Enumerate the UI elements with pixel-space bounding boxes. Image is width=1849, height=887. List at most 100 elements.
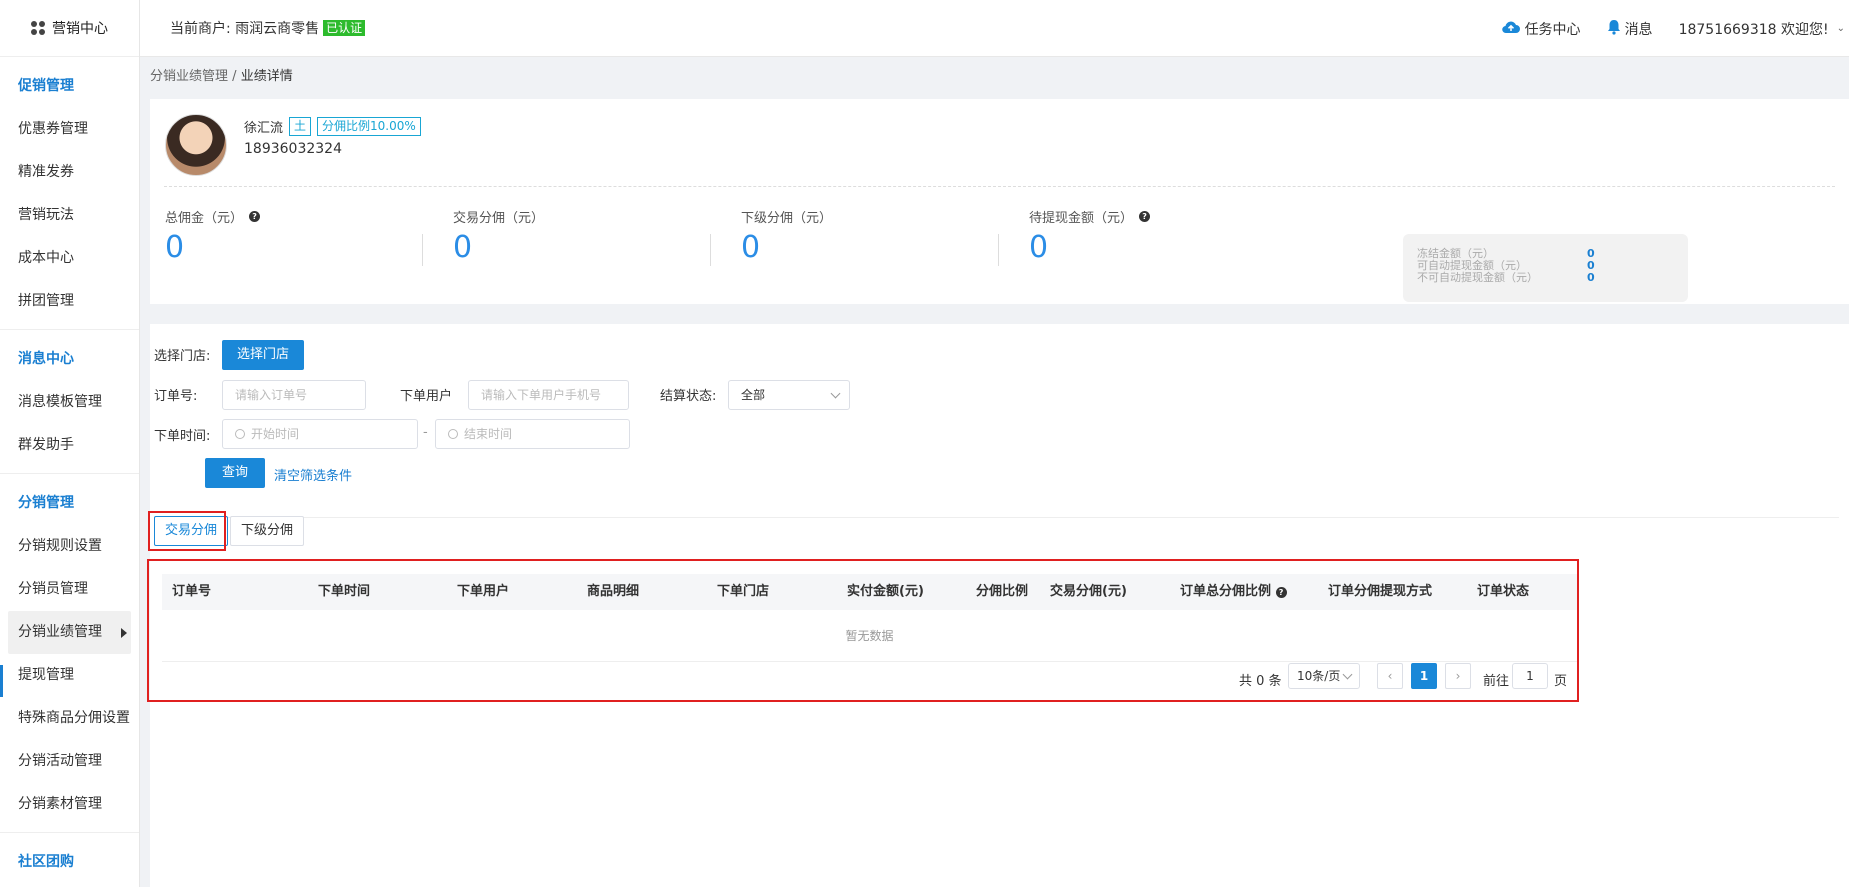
caret-right-icon [121,628,127,638]
sidebar-brand[interactable]: 营销中心 [0,0,139,57]
sidebar-item[interactable]: 分销规则设置 [0,525,139,568]
sidebar-item[interactable]: 精准发券 [0,151,139,194]
stat-pending-withdraw: 待提现金额（元）? 0 [1029,207,1151,265]
sidebar-item-label: 分销素材管理 [18,796,102,812]
chevron-down-icon: ⌄ [1836,23,1845,34]
stat-label: 总佣金（元） [165,211,244,226]
apps-icon [31,21,45,35]
level-tag: 土 [289,117,312,136]
avatar [165,114,227,176]
range-separator: - [423,425,428,440]
end-time-input[interactable]: 结束时间 [435,419,630,449]
order-input[interactable]: 请输入订单号 [222,380,366,410]
sidebar-item[interactable]: 分销员管理 [0,568,139,611]
highlight-box-table [147,559,1579,702]
sidebar-section: 促销管理优惠券管理精准发券营销玩法成本中心拼团管理 [0,57,139,330]
sidebar-item[interactable]: 分销活动管理 [0,740,139,783]
frozen-amount-panel: 冻结金额（元） 0 可自动提现金额（元） 0 不可自动提现金额（元） 0 [1403,234,1688,302]
breadcrumb-parent[interactable]: 分销业绩管理 [150,69,228,84]
main-content: 分销业绩管理 / 业绩详情 徐汇流 土 分佣比例10.00% 189360323… [140,57,1849,887]
sidebar-item-label: 优惠券管理 [18,121,88,137]
clock-icon [448,429,458,439]
divider [158,517,1839,518]
clock-icon [235,429,245,439]
non-auto-withdraw-label: 不可自动提现金额（元） [1417,271,1538,284]
sidebar-item[interactable]: 消息模板管理 [0,381,139,424]
start-time-input[interactable]: 开始时间 [222,419,418,449]
bell-icon [1607,19,1621,39]
sidebar-group-title[interactable]: 消息中心 [0,338,139,381]
status-value: 全部 [741,388,766,402]
status-label: 结算状态: [660,389,717,404]
sidebar-item[interactable]: 营销玩法 [0,194,139,237]
tab-sub-commission[interactable]: 下级分佣 [230,516,304,546]
select-store-button[interactable]: 选择门店 [222,340,304,370]
stat-label: 交易分佣（元） [453,211,545,226]
sidebar-item-label: 消息模板管理 [18,394,102,410]
order-placeholder: 请输入订单号 [235,388,308,402]
profile-card: 徐汇流 土 分佣比例10.00% 18936032324 总佣金（元）? 0 交… [150,99,1849,304]
clear-filters-link[interactable]: 清空筛选条件 [274,465,352,484]
user-label: 18751669318 欢迎您! [1678,21,1829,38]
messages-label: 消息 [1624,21,1653,38]
sidebar-item[interactable]: 特殊商品分佣设置 [0,697,139,740]
cloud-upload-icon [1501,20,1521,38]
sidebar-group-title[interactable]: 促销管理 [0,65,139,108]
breadcrumb-sep: / [232,69,237,84]
filter-card: 选择门店: 选择门店 订单号: 请输入订单号 下单用户 请输入下单用户手机号 结… [147,324,1849,887]
order-label: 订单号: [154,389,198,404]
task-center-button[interactable]: 任务中心 [1501,19,1581,39]
user-placeholder: 请输入下单用户手机号 [481,388,602,402]
sidebar-group-title[interactable]: 分销管理 [0,482,139,525]
sidebar-item-label: 特殊商品分佣设置 [18,710,130,726]
help-icon[interactable]: ? [249,211,261,222]
breadcrumb-current: 业绩详情 [240,69,293,84]
sidebar-item-label: 提现管理 [18,667,74,683]
sidebar-item-label: 分销活动管理 [18,753,102,769]
divider [164,186,1835,187]
start-placeholder: 开始时间 [251,427,300,441]
user-phone-input[interactable]: 请输入下单用户手机号 [468,380,629,410]
sidebar-item[interactable]: 成本中心 [0,237,139,280]
stat-label: 下级分佣（元） [741,211,833,226]
sidebar-section: 分销管理分销规则设置分销员管理 分销业绩管理提现管理特殊商品分佣设置 分销活动管理分… [0,474,139,833]
sidebar-item[interactable]: 提现管理 [0,654,139,697]
divider [710,234,711,266]
sidebar-active-marker [0,665,3,697]
sidebar-item[interactable]: 分销素材管理 [0,783,139,826]
stat-value: 0 [1029,230,1049,265]
sidebar-group-title[interactable]: 社区团购 [0,841,139,884]
merchant-info: 当前商户: 雨润云商零售 已认证 [170,18,366,38]
stat-total-commission: 总佣金（元）? 0 [165,207,261,265]
non-auto-withdraw-value: 0 [1587,271,1595,284]
stat-trade-commission: 交易分佣（元） 0 [453,207,544,265]
sidebar-item-label: 营销玩法 [18,207,74,223]
stat-value: 0 [741,230,761,265]
sidebar-item-label: 精准发券 [18,164,74,180]
sidebar-item[interactable]: 群发助手 [0,424,139,467]
query-button[interactable]: 查询 [205,458,265,488]
stat-sub-commission: 下级分佣（元） 0 [741,207,832,265]
task-center-label: 任务中心 [1524,21,1581,38]
stat-label: 待提现金额（元） [1029,211,1134,226]
verified-badge: 已认证 [323,20,366,36]
sidebar-item[interactable]: 分销业绩管理 [8,611,131,654]
messages-button[interactable]: 消息 [1607,19,1653,39]
sidebar-item[interactable]: 拼团管理 [0,280,139,323]
sidebar-item-label: 成本中心 [18,250,74,266]
divider [422,234,423,266]
end-placeholder: 结束时间 [464,427,513,441]
sidebar: 营销中心 促销管理优惠券管理精准发券营销玩法成本中心拼团管理消息中心消息模板管理… [0,0,140,887]
status-select[interactable]: 全部 [728,380,850,410]
user-menu[interactable]: 18751669318 欢迎您! ⌄ [1679,19,1845,39]
user-label: 下单用户 [400,389,453,404]
sidebar-section: 社区团购 [0,833,139,887]
sidebar-item[interactable]: 优惠券管理 [0,108,139,151]
top-header: 当前商户: 雨润云商零售 已认证 任务中心 消息 18751669318 欢迎您… [140,0,1849,57]
help-icon[interactable]: ? [1139,211,1151,222]
highlight-box-tab [148,511,226,551]
sidebar-item-label: 分销规则设置 [18,538,102,554]
stat-value: 0 [165,230,185,265]
time-label: 下单时间: [154,429,211,444]
sidebar-item-label: 拼团管理 [18,293,74,309]
